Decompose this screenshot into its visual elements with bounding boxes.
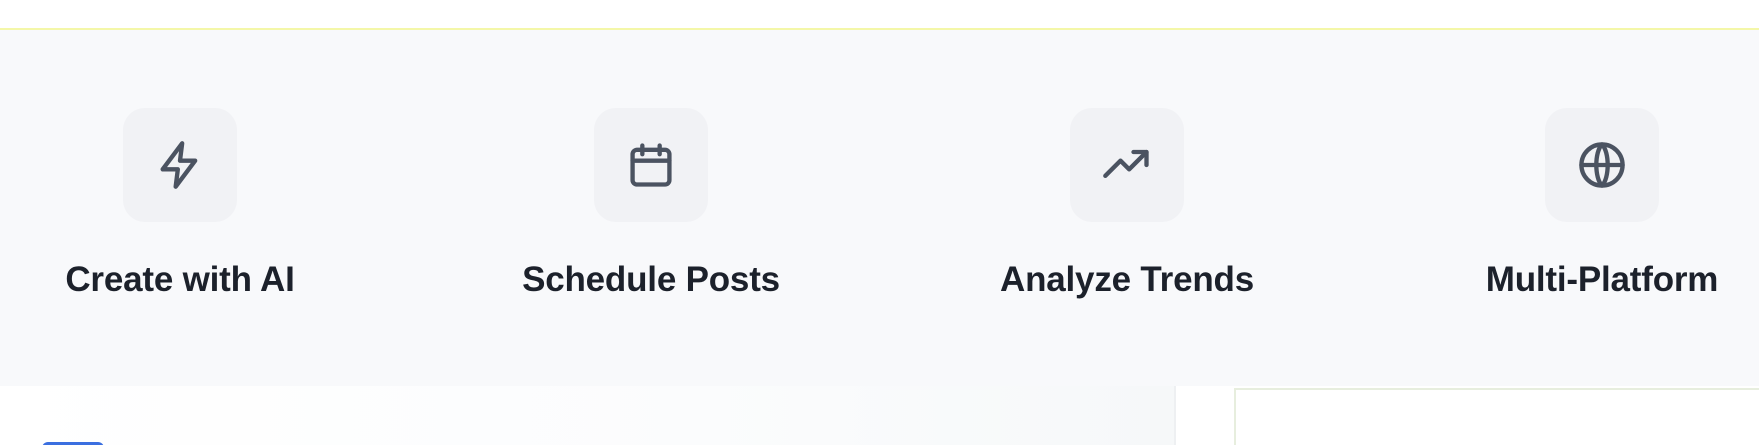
- feature-label: Multi-Platform: [1485, 260, 1719, 299]
- feature-icon-tile: [594, 108, 708, 222]
- feature-label: Create with AI: [65, 260, 295, 299]
- lightning-icon: [160, 141, 198, 189]
- feature-create-with-ai[interactable]: Create with AI: [0, 108, 360, 300]
- feature-icon-tile: [123, 108, 237, 222]
- feature-analyze-trends[interactable]: Analyze Trends: [947, 108, 1307, 300]
- trending-up-icon: [1103, 149, 1149, 178]
- feature-icon-tile: [1070, 108, 1184, 222]
- page: Create with AI Schedule Posts Analyze Tr…: [0, 0, 1759, 445]
- feature-label: Analyze Trends: [1000, 260, 1254, 299]
- top-header-strip: [0, 0, 1759, 30]
- calendar-icon: [630, 143, 672, 187]
- globe-icon: [1579, 142, 1625, 188]
- feature-icon-tile: [1545, 108, 1659, 222]
- feature-multi-platform[interactable]: Multi-Platform: [1422, 108, 1759, 300]
- features-section: Create with AI Schedule Posts Analyze Tr…: [0, 30, 1759, 386]
- content-card-right: [1234, 388, 1759, 445]
- feature-label: Schedule Posts: [522, 260, 780, 299]
- content-card-left: [0, 386, 1176, 445]
- feature-schedule-posts[interactable]: Schedule Posts: [471, 108, 831, 300]
